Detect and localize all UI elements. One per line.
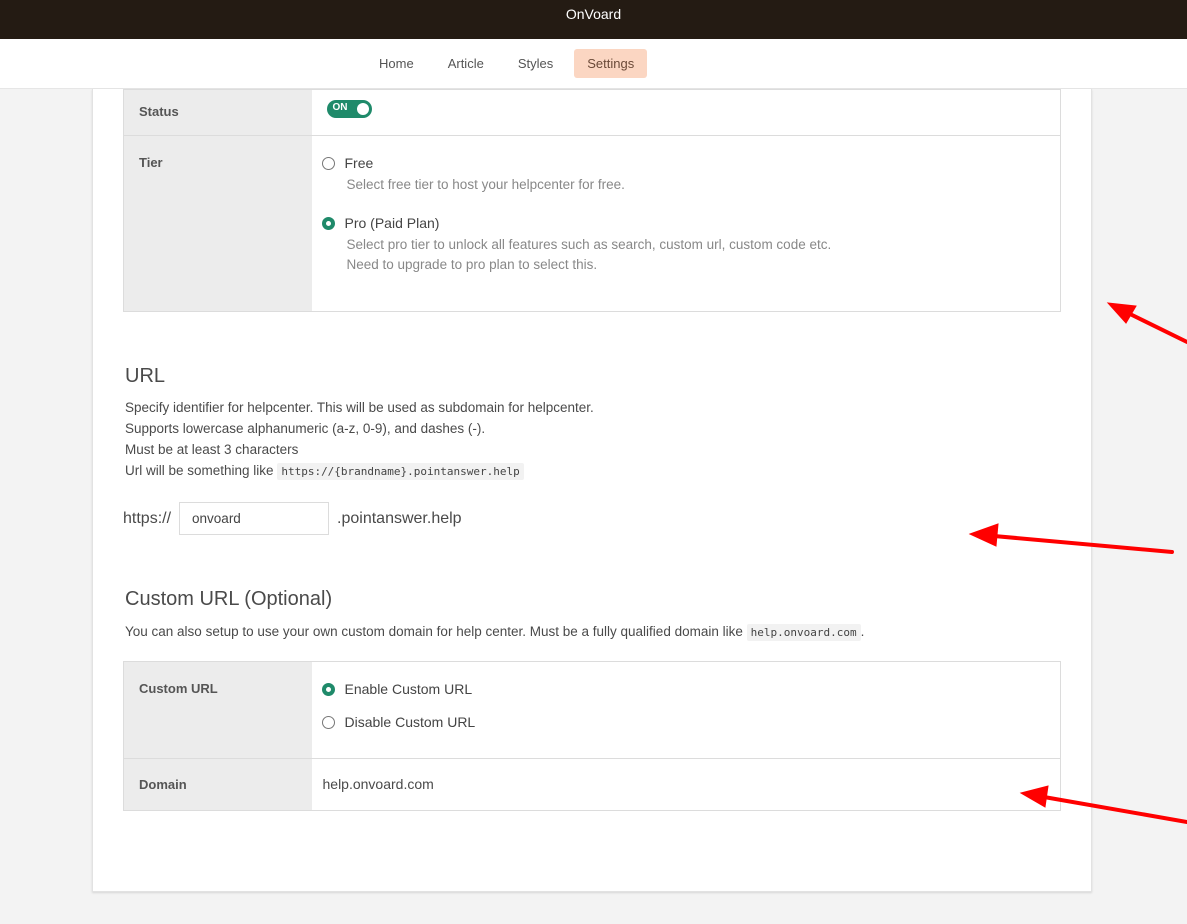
status-label: Status [123, 89, 312, 136]
custom-url-example-code: help.onvoard.com [746, 624, 861, 641]
url-suffix: .pointanswer.help [337, 509, 462, 527]
url-desc-line-2: Supports lowercase alphanumeric (a-z, 0-… [125, 421, 486, 436]
option-disable-custom-url[interactable]: Disable Custom URL [321, 713, 1061, 731]
tier-option-pro[interactable]: Pro (Paid Plan) [321, 214, 1061, 232]
url-desc-line-1: Specify identifier for helpcenter. This … [125, 400, 594, 415]
general-settings-table: Status ON Tier Free Select free tier to … [123, 89, 1061, 312]
tier-option-free[interactable]: Free [321, 154, 1061, 172]
domain-label: Domain [123, 758, 312, 811]
tier-free-help: Select free tier to host your helpcenter… [346, 177, 625, 192]
radio-enable[interactable] [321, 682, 335, 696]
subdomain-input[interactable] [179, 502, 330, 535]
status-toggle-text: ON [332, 102, 348, 113]
url-input-row: https:// .pointanswer.help [123, 502, 462, 535]
custom-url-heading: Custom URL (Optional) [125, 588, 333, 610]
nav-styles[interactable]: Styles [505, 49, 566, 78]
url-desc-line-4: Url will be something like [125, 463, 274, 478]
status-toggle[interactable]: ON [326, 100, 372, 118]
disable-custom-url-label: Disable Custom URL [344, 714, 476, 730]
annotation-arrow-1 [1106, 302, 1187, 344]
nav-home[interactable]: Home [366, 49, 427, 78]
url-description: Specify identifier for helpcenter. This … [125, 397, 594, 482]
tier-free-label: Free [344, 155, 374, 171]
radio-free[interactable] [321, 156, 335, 170]
toggle-knob [356, 103, 369, 115]
option-enable-custom-url[interactable]: Enable Custom URL [321, 680, 1061, 698]
main-nav: Home Article Styles Settings [366, 49, 648, 78]
enable-custom-url-label: Enable Custom URL [344, 681, 473, 697]
tier-pro-help-1: Select pro tier to unlock all features s… [346, 237, 832, 252]
url-desc-line-3: Must be at least 3 characters [125, 442, 299, 457]
nav-article[interactable]: Article [435, 49, 497, 78]
top-bar: OnVoard [0, 0, 1187, 39]
url-heading: URL [125, 365, 166, 387]
app-title: OnVoard [565, 6, 622, 22]
tier-pro-label: Pro (Paid Plan) [344, 215, 440, 231]
nav-settings[interactable]: Settings [574, 49, 648, 78]
custom-url-table: Custom URL Enable Custom URL Disable Cus… [123, 661, 1061, 811]
nav-bar: Home Article Styles Settings [0, 39, 1187, 89]
custom-url-description: You can also setup to use your own custo… [125, 624, 865, 641]
radio-disable[interactable] [321, 715, 335, 729]
domain-value[interactable]: help.onvoard.com [311, 758, 1061, 811]
settings-card: Status ON Tier Free Select free tier to … [92, 89, 1092, 892]
tier-pro-help-2: Need to upgrade to pro plan to select th… [346, 257, 598, 272]
tier-label: Tier [123, 135, 312, 312]
custom-url-label: Custom URL [123, 661, 312, 759]
url-prefix: https:// [123, 509, 172, 527]
radio-pro[interactable] [321, 216, 335, 230]
url-example-code: https://{brandname}.pointanswer.help [277, 463, 524, 480]
